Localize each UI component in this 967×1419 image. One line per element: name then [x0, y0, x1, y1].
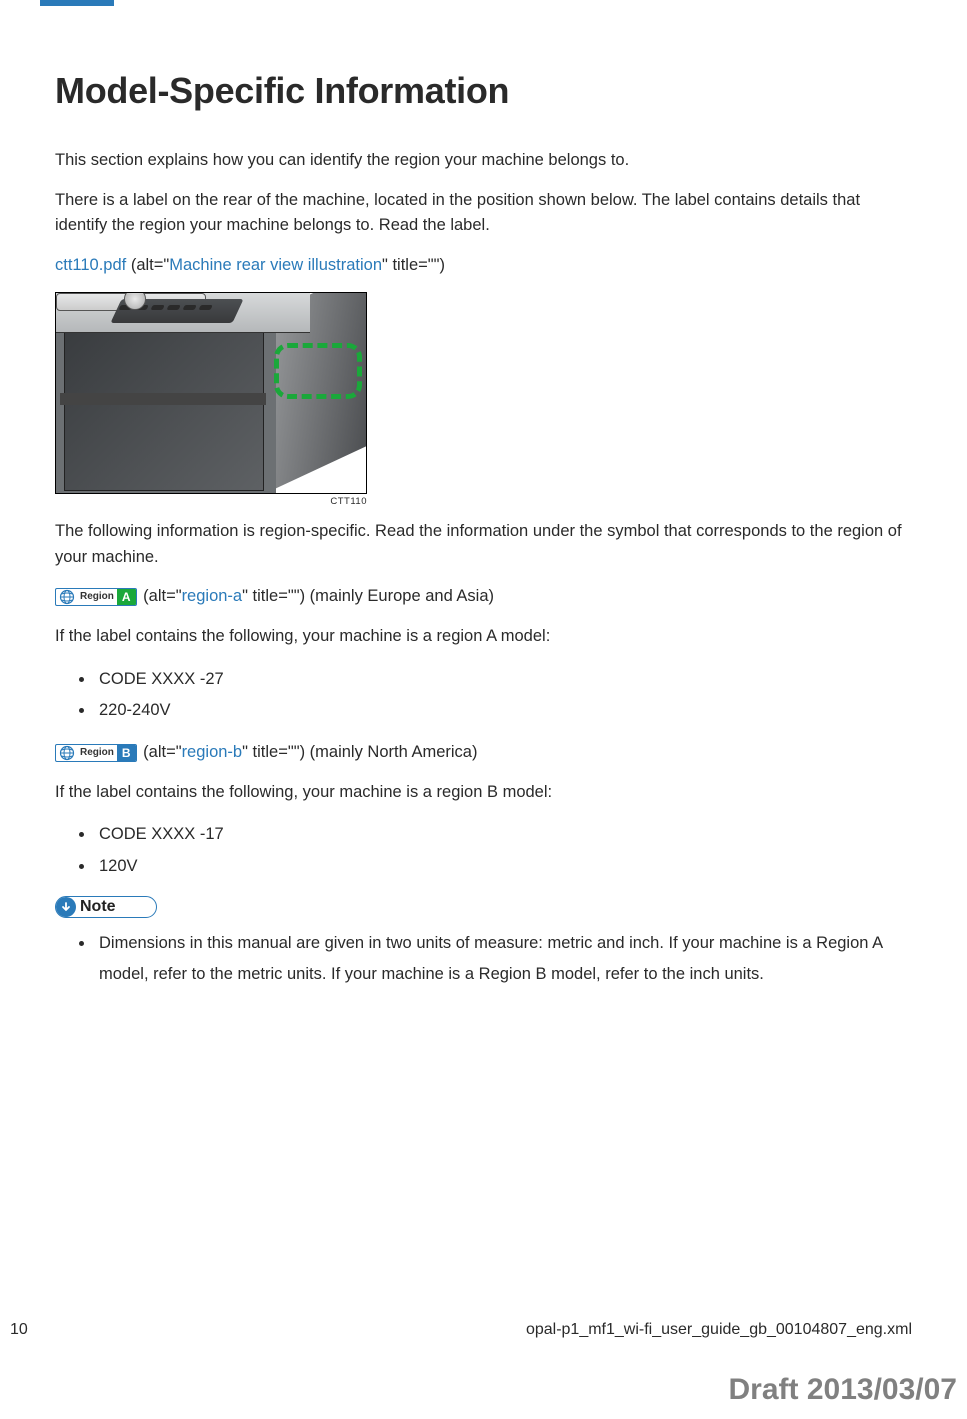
region-b-list: CODE XXXX -17 120V [55, 819, 912, 882]
label-highlight-circle [274, 343, 362, 399]
note-badge: Note [55, 896, 157, 918]
region-badge-text: Region [78, 589, 117, 605]
region-info-intro: The following information is region-spec… [55, 519, 912, 570]
alt-prefix: (alt=" [126, 256, 169, 274]
region-b-alt-prefix: (alt=" [139, 743, 182, 761]
region-a-line: Region A (alt="region-a" title="") (main… [55, 584, 912, 610]
region-b-badge: Region B [55, 744, 137, 762]
region-badge-letter-b: B [117, 744, 136, 762]
globe-icon [59, 745, 75, 761]
region-a-alt-prefix: (alt=" [139, 587, 182, 605]
list-item: CODE XXXX -17 [95, 819, 912, 850]
page-number: 10 [10, 1321, 28, 1339]
note-label: Note [80, 898, 116, 916]
figure-container: CTT110 [55, 292, 912, 507]
region-b-intro: If the label contains the following, you… [55, 780, 912, 806]
list-item: Dimensions in this manual are given in t… [95, 928, 912, 991]
region-b-alt-suffix: " title="") [242, 743, 305, 761]
image-reference-line: ctt110.pdf (alt="Machine rear view illus… [55, 253, 912, 279]
note-arrow-icon [56, 897, 76, 917]
header-accent-bar [40, 0, 114, 6]
intro-paragraph-2: There is a label on the rear of the mach… [55, 188, 912, 239]
note-list: Dimensions in this manual are given in t… [55, 928, 912, 991]
draft-stamp: Draft 2013/03/07 [729, 1373, 958, 1407]
region-badge-letter-a: A [117, 588, 136, 606]
page-title: Model-Specific Information [55, 70, 912, 112]
region-a-badge: Region A [55, 588, 137, 606]
region-b-line: Region B (alt="region-b" title="") (main… [55, 740, 912, 766]
page-footer: 10 opal-p1_mf1_wi-fi_user_guide_gb_00104… [0, 1321, 967, 1339]
region-badge-text: Region [78, 745, 117, 761]
list-item: 220-240V [95, 695, 912, 726]
region-b-desc: (mainly North America) [305, 743, 477, 761]
printer-rear-illustration [55, 292, 367, 494]
figure-caption: CTT110 [55, 494, 367, 507]
region-b-alt-link[interactable]: region-b [182, 743, 243, 761]
alt-suffix: " title="") [382, 256, 445, 274]
list-item: CODE XXXX -27 [95, 664, 912, 695]
globe-icon [59, 589, 75, 605]
image-alt-text-link[interactable]: Machine rear view illustration [169, 256, 382, 274]
list-item: 120V [95, 851, 912, 882]
footer-filename: opal-p1_mf1_wi-fi_user_guide_gb_00104807… [526, 1321, 912, 1339]
intro-paragraph-1: This section explains how you can identi… [55, 148, 912, 174]
region-a-alt-link[interactable]: region-a [182, 587, 243, 605]
region-a-list: CODE XXXX -27 220-240V [55, 664, 912, 727]
page-content: Model-Specific Information This section … [0, 0, 967, 991]
image-filename-link[interactable]: ctt110.pdf [55, 256, 126, 274]
region-a-alt-suffix: " title="") [242, 587, 305, 605]
region-a-intro: If the label contains the following, you… [55, 624, 912, 650]
region-a-desc: (mainly Europe and Asia) [305, 587, 494, 605]
